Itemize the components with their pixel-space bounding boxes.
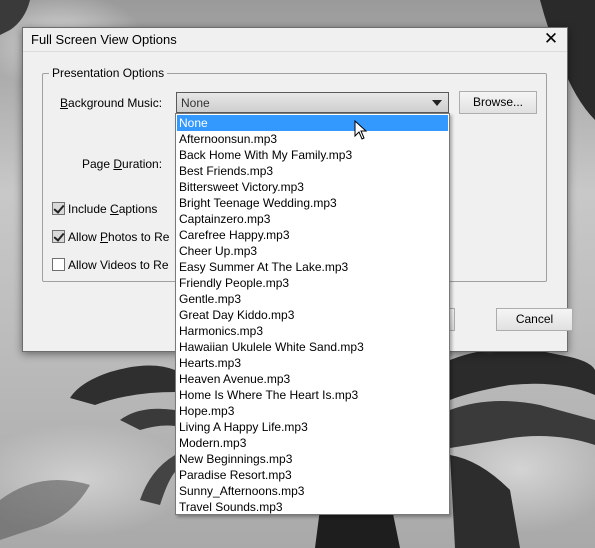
dropdown-option[interactable]: New Beginnings.mp3 bbox=[177, 451, 448, 467]
dropdown-option[interactable]: Heaven Avenue.mp3 bbox=[177, 371, 448, 387]
chevron-down-icon[interactable] bbox=[432, 100, 442, 106]
allow-videos-label: Allow Videos to Re bbox=[68, 258, 169, 272]
browse-button[interactable]: Browse... bbox=[459, 91, 537, 114]
dropdown-option[interactable]: Modern.mp3 bbox=[177, 435, 448, 451]
dropdown-option[interactable]: Home Is Where The Heart Is.mp3 bbox=[177, 387, 448, 403]
background-music-value: None bbox=[181, 96, 210, 110]
dropdown-option[interactable]: None bbox=[177, 115, 448, 131]
include-captions-checkbox[interactable] bbox=[52, 202, 65, 215]
dropdown-option[interactable]: Living A Happy Life.mp3 bbox=[177, 419, 448, 435]
dropdown-option[interactable]: Hearts.mp3 bbox=[177, 355, 448, 371]
dropdown-option[interactable]: Carefree Happy.mp3 bbox=[177, 227, 448, 243]
dropdown-option[interactable]: Sunny_Afternoons.mp3 bbox=[177, 483, 448, 499]
presentation-options-label: Presentation Options bbox=[49, 66, 168, 80]
dropdown-option[interactable]: Back Home With My Family.mp3 bbox=[177, 147, 448, 163]
dropdown-option[interactable]: Hope.mp3 bbox=[177, 403, 448, 419]
dropdown-option[interactable]: Gentle.mp3 bbox=[177, 291, 448, 307]
background-music-select[interactable]: None bbox=[176, 92, 449, 113]
dropdown-option[interactable]: Friendly People.mp3 bbox=[177, 275, 448, 291]
allow-videos-checkbox[interactable] bbox=[52, 258, 65, 271]
dropdown-option[interactable]: Travel Sounds.mp3 bbox=[177, 499, 448, 514]
allow-photos-checkbox[interactable] bbox=[52, 230, 65, 243]
cancel-button[interactable]: Cancel bbox=[496, 308, 573, 331]
allow-photos-label: Allow Photos to Re bbox=[68, 230, 170, 244]
dropdown-option[interactable]: Paradise Resort.mp3 bbox=[177, 467, 448, 483]
dropdown-option[interactable]: Harmonics.mp3 bbox=[177, 323, 448, 339]
dropdown-option[interactable]: Great Day Kiddo.mp3 bbox=[177, 307, 448, 323]
page-duration-label: Page Duration: bbox=[82, 157, 163, 171]
background-music-dropdown-list: None Afternoonsun.mp3 Back Home With My Fa… bbox=[175, 113, 450, 515]
dropdown-option[interactable]: Bright Teenage Wedding.mp3 bbox=[177, 195, 448, 211]
dropdown-option[interactable]: Cheer Up.mp3 bbox=[177, 243, 448, 259]
dialog-title: Full Screen View Options bbox=[31, 32, 177, 47]
title-bar: Full Screen View Options ✕ bbox=[23, 28, 567, 52]
mouse-pointer-icon bbox=[354, 120, 368, 140]
dropdown-option[interactable]: Hawaiian Ukulele White Sand.mp3 bbox=[177, 339, 448, 355]
dropdown-option[interactable]: Captainzero.mp3 bbox=[177, 211, 448, 227]
dropdown-option[interactable]: Bittersweet Victory.mp3 bbox=[177, 179, 448, 195]
close-icon[interactable]: ✕ bbox=[541, 29, 561, 49]
dropdown-option[interactable]: Afternoonsun.mp3 bbox=[177, 131, 448, 147]
background-music-label: Background Music: bbox=[60, 96, 163, 110]
include-captions-label: Include Captions bbox=[68, 202, 158, 216]
dropdown-option[interactable]: Best Friends.mp3 bbox=[177, 163, 448, 179]
dropdown-option[interactable]: Easy Summer At The Lake.mp3 bbox=[177, 259, 448, 275]
